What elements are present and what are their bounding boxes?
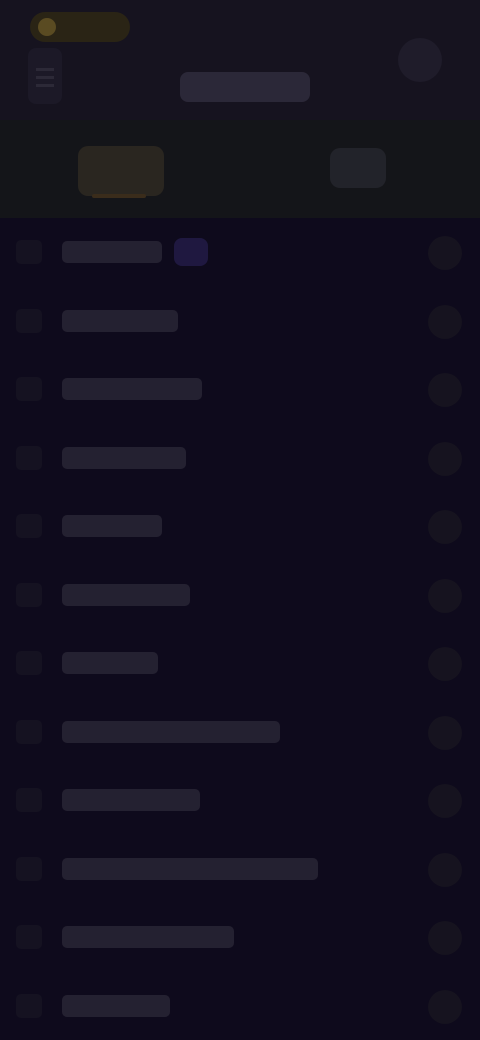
row-index	[16, 240, 42, 264]
row-label	[62, 378, 202, 400]
row-action-icon[interactable]	[428, 715, 462, 750]
row-label	[62, 241, 162, 263]
tab-bar	[0, 120, 480, 218]
list-item[interactable]	[0, 835, 480, 904]
row-label	[62, 446, 186, 469]
tab-secondary[interactable]	[330, 148, 386, 188]
row-action-icon[interactable]	[428, 441, 462, 476]
list-item[interactable]	[0, 629, 480, 698]
app-screen	[0, 0, 480, 1040]
list-item[interactable]	[0, 766, 480, 835]
row-action-icon[interactable]	[428, 578, 462, 613]
row-label	[62, 926, 234, 948]
list-item[interactable]	[0, 492, 480, 561]
row-index	[16, 308, 42, 333]
row-index	[16, 925, 42, 949]
row-action-icon[interactable]	[428, 647, 462, 681]
row-action-icon[interactable]	[428, 852, 462, 887]
list-item[interactable]	[0, 972, 480, 1040]
item-list	[0, 218, 480, 1040]
profile-icon[interactable]	[398, 38, 442, 82]
row-action-icon[interactable]	[428, 304, 462, 339]
row-index	[16, 445, 42, 470]
active-tab-indicator	[92, 194, 146, 198]
row-action-icon[interactable]	[428, 921, 462, 955]
row-label	[62, 789, 200, 811]
row-label	[62, 720, 280, 743]
row-label	[62, 652, 158, 674]
row-label	[62, 515, 162, 537]
list-item[interactable]	[0, 355, 480, 424]
list-item[interactable]	[0, 561, 480, 630]
row-index	[16, 651, 42, 675]
list-item[interactable]	[0, 698, 480, 767]
app-logo[interactable]	[30, 12, 130, 42]
row-label	[62, 994, 170, 1017]
highlight-badge	[174, 238, 208, 266]
row-index	[16, 582, 42, 607]
list-item[interactable]	[0, 287, 480, 356]
top-header	[0, 0, 480, 120]
row-index	[16, 514, 42, 538]
row-index	[16, 719, 42, 744]
list-item[interactable]	[0, 903, 480, 972]
row-action-icon[interactable]	[428, 236, 462, 270]
row-action-icon[interactable]	[428, 373, 462, 407]
list-item[interactable]	[0, 424, 480, 493]
page-title	[180, 72, 310, 102]
row-action-icon[interactable]	[428, 989, 462, 1024]
row-index	[16, 993, 42, 1018]
row-index	[16, 788, 42, 812]
tab-active[interactable]	[78, 146, 164, 196]
row-label	[62, 857, 318, 880]
menu-icon[interactable]	[28, 48, 62, 104]
row-label	[62, 583, 190, 606]
row-index	[16, 856, 42, 881]
list-item[interactable]	[0, 218, 480, 287]
row-action-icon[interactable]	[428, 784, 462, 818]
row-index	[16, 377, 42, 401]
logo-mark-icon	[38, 18, 56, 36]
row-action-icon[interactable]	[428, 510, 462, 544]
row-label	[62, 309, 178, 332]
